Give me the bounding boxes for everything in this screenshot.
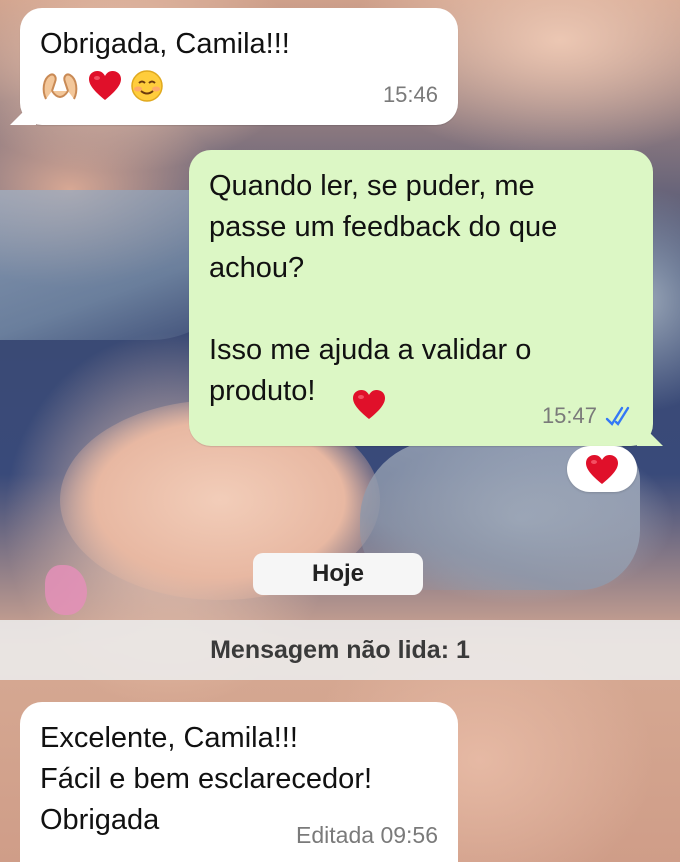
- message-text: Obrigada, Camila!!!: [40, 28, 290, 60]
- message-bubble-incoming[interactable]: Excelente, Camila!!! Fácil e bem esclare…: [20, 702, 458, 862]
- smiling-face-emoji-icon: [131, 69, 163, 102]
- wallpaper-pink-shape: [45, 565, 87, 615]
- message-reaction[interactable]: [567, 446, 637, 492]
- red-heart-emoji-icon: [89, 71, 121, 100]
- date-separator: Hoje: [253, 553, 423, 595]
- message-meta: Editada 09:56: [296, 815, 438, 856]
- emoji-row: [40, 65, 438, 106]
- message-time: 15:47: [541, 403, 597, 428]
- message-meta: 15:46: [383, 74, 438, 115]
- message-time-edited: Editada 09:56: [296, 822, 438, 848]
- message-text: Quando ler, se puder, me passe um feedba…: [209, 170, 558, 407]
- message-bubble-incoming[interactable]: Obrigada, Camila!!! 15:46: [10, 8, 458, 125]
- double-check-read-icon: [605, 406, 630, 426]
- red-heart-emoji-icon: [586, 454, 618, 484]
- message-bubble-outgoing[interactable]: Quando ler, se puder, me passe um feedba…: [189, 150, 663, 446]
- red-heart-emoji-icon: [353, 390, 385, 419]
- unread-messages-banner: Mensagem não lida: 1: [0, 620, 680, 680]
- message-time: 15:46: [382, 82, 438, 107]
- message-meta: 15:47: [542, 395, 633, 436]
- heart-hands-emoji-icon: [42, 73, 78, 99]
- unread-banner-text: Mensagem não lida: 1: [210, 635, 470, 664]
